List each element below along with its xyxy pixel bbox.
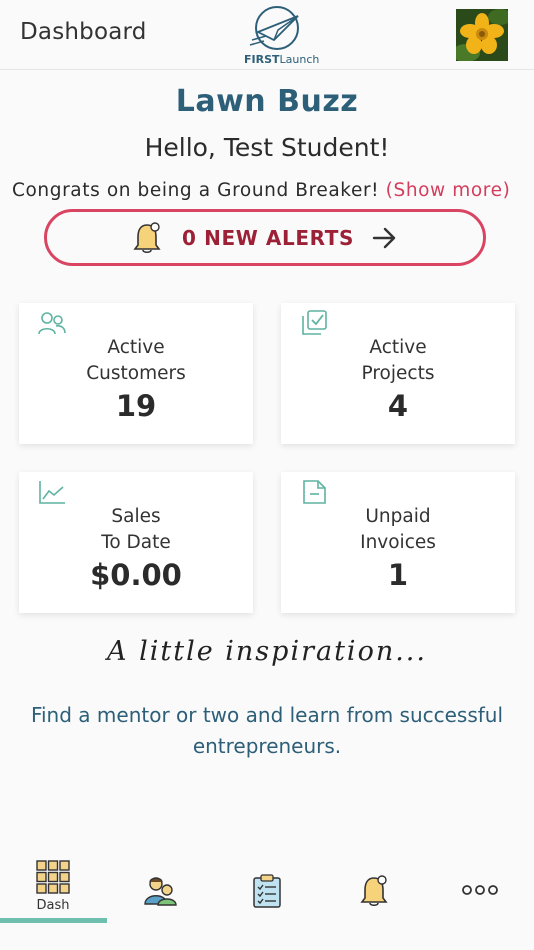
tab-label: Dash: [36, 898, 70, 913]
people-icon: [38, 312, 66, 335]
tab-more[interactable]: [427, 852, 533, 926]
stat-card-unpaid-invoices[interactable]: Unpaid Invoices 1: [281, 472, 515, 613]
stat-card-active-customers[interactable]: Active Customers 19: [19, 303, 253, 444]
stat-card-active-projects[interactable]: Active Projects 4: [281, 303, 515, 444]
active-tab-indicator: [0, 918, 107, 923]
tab-customers[interactable]: [107, 852, 213, 926]
business-name: Lawn Buzz: [175, 84, 359, 119]
stat-value: 1: [387, 558, 409, 592]
first-launch-logo[interactable]: FIRSTLaunch: [244, 4, 320, 66]
inspiration-heading: A little inspiration...: [107, 636, 427, 667]
tab-dash[interactable]: Dash: [0, 852, 107, 926]
logo-wordmark: FIRSTLaunch: [244, 53, 320, 66]
grid-icon: [36, 860, 70, 894]
stat-label: Sales To Date: [101, 506, 171, 553]
bell-icon: [360, 875, 388, 907]
inspiration-quote: Find a mentor or two and learn from succ…: [30, 703, 504, 758]
app-header: Dashboard FIRSTLaunch: [0, 0, 534, 70]
stat-label: Active Projects: [361, 337, 435, 384]
alerts-label: 0 NEW ALERTS: [182, 225, 354, 250]
stat-label: Unpaid Invoices: [360, 506, 436, 553]
tab-projects[interactable]: [213, 852, 319, 926]
stat-value: $0.00: [90, 558, 182, 592]
document-icon: [303, 480, 326, 504]
stat-label: Active Customers: [86, 337, 186, 384]
arrow-right-icon: [372, 227, 396, 248]
congrats-message: Congrats on being a Ground Breaker! (Sho…: [12, 180, 527, 201]
more-icon: [462, 885, 498, 895]
customers-icon: [144, 877, 177, 906]
avatar[interactable]: [456, 9, 508, 61]
greeting-text: Hello, Test Student!: [144, 133, 390, 162]
stat-value: 19: [115, 389, 157, 423]
page-title: Dashboard: [20, 19, 147, 45]
paper-plane-icon: [249, 6, 299, 50]
show-more-link[interactable]: (Show more): [386, 180, 511, 201]
clipboard-icon: [253, 874, 281, 908]
line-chart-icon: [39, 481, 65, 504]
tab-alerts[interactable]: [320, 852, 426, 926]
stat-value: 4: [387, 389, 409, 423]
alerts-button[interactable]: 0 NEW ALERTS: [44, 209, 486, 266]
congrats-text: Congrats on being a Ground Breaker!: [12, 180, 380, 201]
checklist-icon: [302, 310, 327, 335]
flower-avatar-image: [456, 9, 508, 61]
bottom-tab-bar: Dash: [0, 852, 534, 950]
bell-icon: [133, 221, 161, 253]
stat-card-sales-to-date[interactable]: Sales To Date $0.00: [19, 472, 253, 613]
